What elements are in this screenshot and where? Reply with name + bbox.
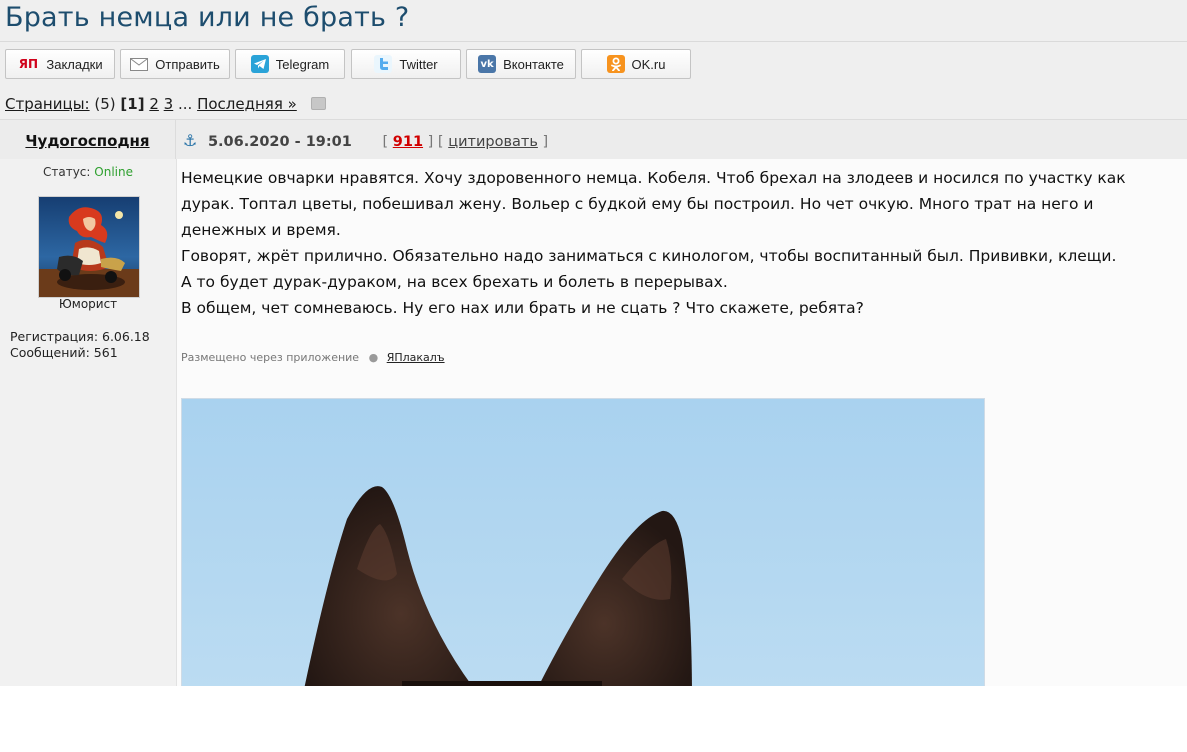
pager-label-link[interactable]: Страницы: — [5, 95, 90, 113]
author-cell: Чудогосподня — [0, 120, 176, 160]
avatar[interactable] — [38, 196, 140, 298]
author-registration: Регистрация: 6.06.18 — [10, 329, 150, 344]
posted-via-label: Размещено через приложение — [181, 351, 360, 364]
page: Брать немца или не брать ? ЯП Закладки О… — [0, 0, 1187, 686]
share-ok-button[interactable]: OK.ru — [581, 49, 691, 79]
post-datetime: 5.06.2020 - 19:01 — [207, 134, 352, 150]
status-label: Статус: — [42, 165, 91, 179]
share-ok-label: OK.ru — [631, 56, 666, 72]
share-telegram-button[interactable]: Telegram — [235, 49, 345, 79]
post-paragraph: В общем, чет сомневаюсь. Ну его нах или … — [181, 299, 864, 317]
share-email-label: Отправить — [155, 56, 220, 72]
vk-icon: vk — [478, 55, 497, 73]
post-header: Чудогосподня ⚓ 5.06.2020 - 19:01 [ 911 ]… — [0, 119, 1187, 160]
subscribe-mail-icon[interactable] — [310, 97, 326, 110]
post-meta: ⚓ 5.06.2020 - 19:01 [ 911 ] [ цитировать… — [183, 131, 548, 150]
post-text: Немецкие овчарки нравятся. Хочу здоровен… — [181, 165, 1171, 321]
yap-icon: ЯП — [18, 57, 38, 71]
apple-icon: ● — [368, 351, 379, 364]
post-rating-link[interactable]: 911 — [393, 134, 423, 150]
author-panel: Статус: Online Юморист Регистрация: 6.06… — [0, 159, 177, 686]
author-name-link[interactable]: Чудогосподня — [0, 132, 175, 150]
pager-ellipsis: ... — [178, 95, 193, 113]
title-divider — [0, 41, 1187, 42]
share-email-button[interactable]: Отправить — [120, 49, 230, 79]
topic-title: Брать немца или не брать ? — [5, 2, 410, 33]
envelope-icon — [130, 55, 149, 73]
post-paragraph: Немецкие овчарки нравятся. Хочу здоровен… — [181, 169, 1126, 239]
share-twitter-label: Twitter — [399, 56, 438, 72]
post-paragraph: А то будет дурак-дураком, на всех брехат… — [181, 273, 728, 291]
ok-icon — [606, 55, 625, 73]
post-anchor-icon[interactable]: ⚓ — [183, 131, 197, 150]
author-messages: Сообщений: 561 — [10, 345, 118, 360]
status-online-value: Online — [94, 165, 133, 179]
post-actions: [ 911 ] [ цитировать ] — [382, 134, 549, 150]
share-vk-label: Вконтакте — [503, 56, 564, 72]
post-paragraph: Говорят, жрёт прилично. Обязательно надо… — [181, 247, 1117, 265]
pager-page-3[interactable]: 3 — [164, 95, 174, 113]
quote-link[interactable]: цитировать — [448, 134, 538, 150]
author-stats: Регистрация: 6.06.18 Сообщений: 561 — [10, 329, 150, 361]
pager-current-page: [1] — [120, 95, 145, 113]
share-vk-button[interactable]: vk Вконтакте — [466, 49, 576, 79]
posted-via-app-link[interactable]: ЯПлакалъ — [387, 351, 445, 364]
post-image[interactable] — [181, 398, 985, 686]
share-bookmarks-button[interactable]: ЯП Закладки — [5, 49, 115, 79]
share-telegram-label: Telegram — [275, 56, 330, 72]
pager-count: (5) — [94, 95, 116, 113]
pager-last-link[interactable]: Последняя » — [197, 95, 297, 113]
pager-page-2[interactable]: 2 — [149, 95, 159, 113]
post-body: Немецкие овчарки нравятся. Хочу здоровен… — [177, 159, 1187, 686]
telegram-icon — [250, 55, 269, 73]
author-status: Статус: Online — [0, 165, 176, 179]
share-twitter-button[interactable]: Twitter — [351, 49, 461, 79]
author-rank: Юморист — [58, 297, 118, 311]
twitter-icon — [374, 55, 393, 73]
pagination: Страницы: (5) [1] 2 3 ... Последняя » — [5, 95, 326, 113]
share-bookmarks-label: Закладки — [46, 56, 103, 72]
posted-via: Размещено через приложение ● ЯПлакалъ — [181, 351, 445, 364]
